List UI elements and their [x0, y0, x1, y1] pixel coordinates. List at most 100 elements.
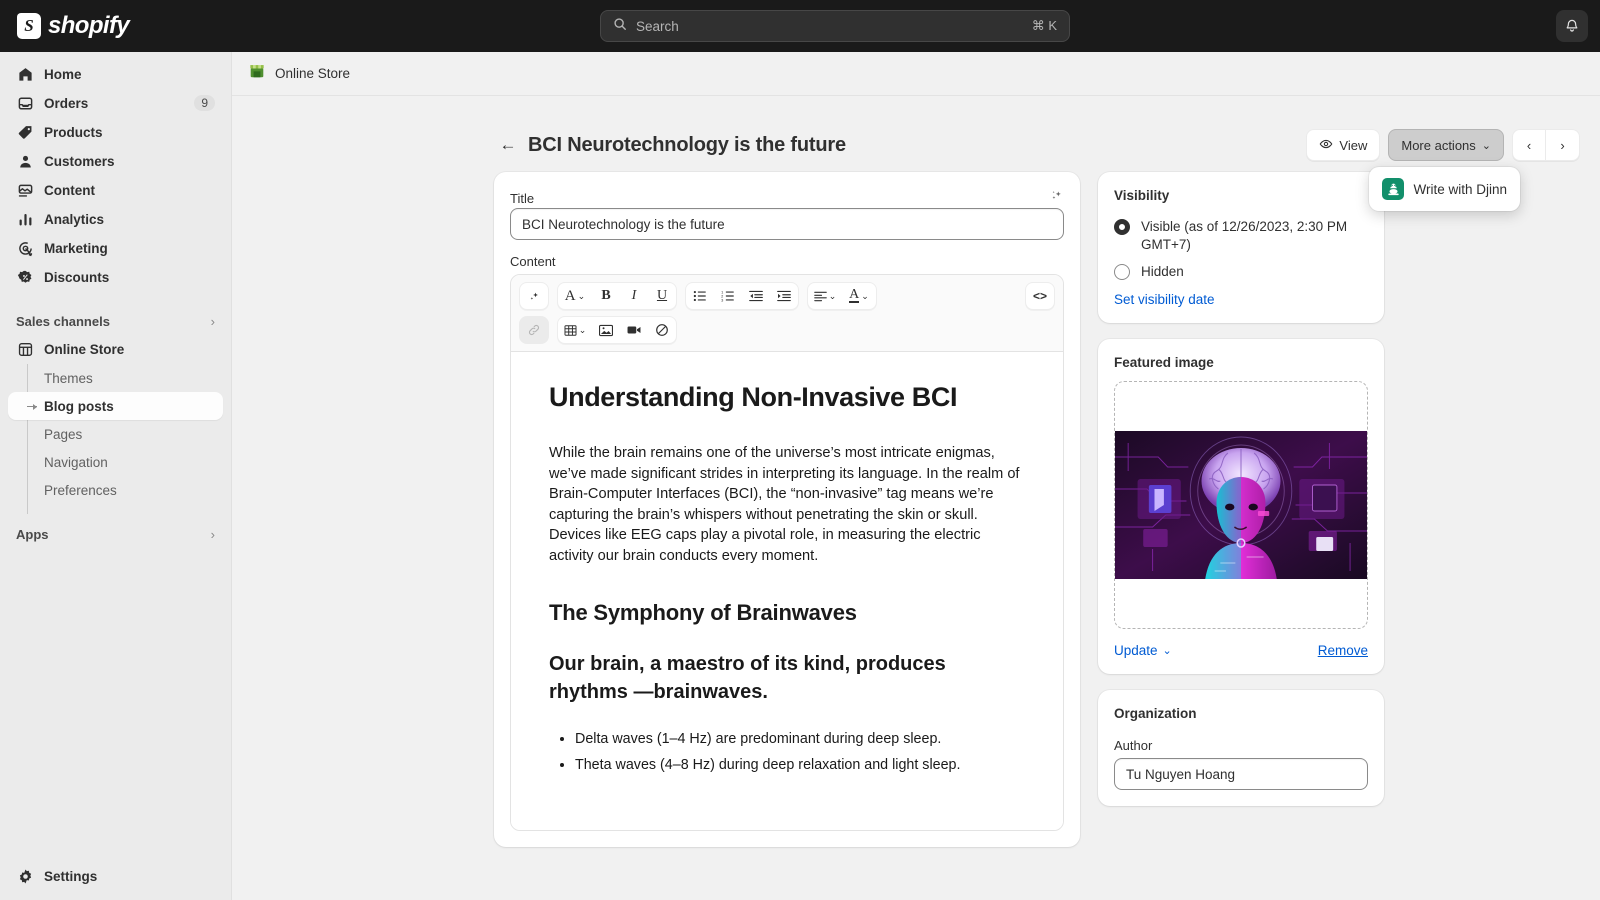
search-shortcut: ⌘ K: [1031, 18, 1057, 33]
chevron-down-icon: ⌄: [828, 290, 837, 301]
pagination: ‹ ›: [1512, 129, 1580, 161]
shopify-logo[interactable]: S shopify: [17, 12, 130, 40]
underline-button[interactable]: U: [648, 283, 676, 309]
content-lead: Our brain, a maestro of its kind, produc…: [549, 653, 946, 703]
author-label: Author: [1114, 738, 1153, 753]
sidebar-item-navigation[interactable]: Navigation: [8, 448, 223, 476]
apps-label: Apps: [16, 526, 49, 542]
visibility-option-hidden[interactable]: Hidden: [1114, 263, 1368, 281]
sidebar-item-settings[interactable]: Settings: [8, 862, 224, 890]
organization-card-title: Organization: [1114, 706, 1197, 721]
bulleted-list-button[interactable]: [686, 283, 714, 309]
sidebar-item-pages[interactable]: Pages: [8, 420, 223, 448]
update-image-button[interactable]: Update: [1114, 643, 1158, 658]
outdent-button[interactable]: [742, 283, 770, 309]
code-view-button[interactable]: <>: [1026, 283, 1054, 309]
sidebar-item-products[interactable]: Products: [8, 118, 223, 146]
active-branch-arrow-icon: [27, 403, 37, 410]
storefront-icon: [248, 62, 266, 85]
content-image-icon: [16, 181, 34, 199]
editor-content-area[interactable]: Understanding Non-Invasive BCI While the…: [511, 352, 1063, 830]
settings-label: Settings: [44, 868, 98, 884]
organization-card: Organization Author: [1098, 690, 1384, 806]
insert-image-button[interactable]: [592, 317, 620, 343]
sidebar-item-online-store[interactable]: Online Store: [8, 335, 223, 363]
font-style-dropdown[interactable]: A ⌄: [558, 283, 592, 309]
sparkle-icon[interactable]: [1049, 188, 1064, 208]
more-actions-button[interactable]: More actions ⌄: [1388, 129, 1504, 161]
text-color-dropdown[interactable]: A ⌄: [842, 283, 876, 309]
title-input[interactable]: [510, 208, 1064, 240]
view-button[interactable]: View: [1306, 129, 1381, 161]
svg-text:3: 3: [721, 297, 724, 302]
sidebar-item-home[interactable]: Home: [8, 60, 223, 88]
italic-button[interactable]: I: [620, 283, 648, 309]
more-actions-menu: Write with Djinn: [1369, 167, 1520, 211]
search-input[interactable]: Search ⌘ K: [600, 10, 1070, 42]
sidebar-item-label: Content: [44, 182, 95, 198]
sales-channels-label: Sales channels: [16, 313, 110, 329]
bold-button[interactable]: B: [592, 283, 620, 309]
menu-item-write-with-djinn[interactable]: Write with Djinn: [1374, 172, 1515, 206]
radio-hidden[interactable]: [1114, 264, 1130, 280]
discounts-icon: [16, 268, 34, 286]
sidebar-item-discounts[interactable]: Discounts: [8, 263, 223, 291]
text-format-group: A ⌄ B I U: [557, 282, 677, 310]
header-actions: View More actions ⌄ ‹ › Write with Djinn: [1306, 129, 1580, 211]
sidebar-item-analytics[interactable]: Analytics: [8, 205, 223, 233]
list-item: Delta waves (1–4 Hz) are predominant dur…: [575, 726, 1025, 752]
chevron-right-icon: ›: [1560, 137, 1565, 153]
rich-text-editor: A ⌄ B I U 1 2 3 ⌄ A ⌄ <> ⌄ Understanding…: [510, 274, 1064, 831]
sidebar-item-marketing[interactable]: Marketing: [8, 234, 223, 262]
align-dropdown[interactable]: ⌄: [808, 283, 842, 309]
sidebar-item-customers[interactable]: Customers: [8, 147, 223, 175]
notifications-button[interactable]: [1556, 10, 1588, 42]
home-icon: [16, 65, 34, 83]
remove-image-button[interactable]: Remove: [1318, 643, 1368, 658]
content-heading-2: The Symphony of Brainwaves: [549, 600, 857, 625]
featured-image-actions: Update ⌄ Remove: [1114, 643, 1368, 658]
post-editor-card: Title Content: [494, 172, 1080, 847]
search-icon: [613, 17, 627, 36]
radio-visible[interactable]: [1114, 219, 1130, 235]
sidebar-section-sales-channels[interactable]: Sales channels ›: [8, 307, 223, 335]
sidebar-item-content[interactable]: Content: [8, 176, 223, 204]
page-header: ← BCI Neurotechnology is the future View…: [232, 96, 1600, 211]
visibility-option-visible[interactable]: Visible (as of 12/26/2023, 2:30 PM GMT+7…: [1114, 218, 1368, 254]
numbered-list-button[interactable]: 1 2 3: [714, 283, 742, 309]
sidebar-item-label: Customers: [44, 153, 115, 169]
featured-image-dropzone[interactable]: [1114, 381, 1368, 629]
menu-item-label: Write with Djinn: [1413, 181, 1507, 197]
previous-post-button[interactable]: ‹: [1512, 129, 1546, 161]
next-post-button[interactable]: ›: [1546, 129, 1580, 161]
featured-image-thumbnail: [1115, 431, 1367, 579]
visibility-card-title: Visibility: [1114, 188, 1170, 203]
main-column: Title Content: [494, 172, 1080, 863]
set-visibility-date-link[interactable]: Set visibility date: [1114, 292, 1368, 307]
sidebar-item-preferences[interactable]: Preferences: [8, 476, 223, 504]
gear-icon: [16, 867, 34, 885]
shopify-bag-icon: S: [17, 13, 41, 39]
sidebar-section-apps[interactable]: Apps ›: [8, 520, 223, 548]
author-input[interactable]: [1114, 758, 1368, 790]
page-title: BCI Neurotechnology is the future: [528, 133, 846, 156]
clear-formatting-button[interactable]: [648, 317, 676, 343]
featured-image-card-title: Featured image: [1114, 355, 1214, 370]
magic-write-group: [519, 282, 549, 310]
magic-write-button[interactable]: [520, 283, 548, 309]
sidebar-item-themes[interactable]: Themes: [8, 364, 223, 392]
sidebar: Home Orders 9 Products Customers Content…: [0, 52, 232, 900]
toolbar-row-2: ⌄: [519, 316, 1055, 344]
breadcrumb-label[interactable]: Online Store: [275, 66, 350, 81]
sidebar-item-blog-posts[interactable]: Blog posts: [8, 392, 223, 420]
indent-button[interactable]: [770, 283, 798, 309]
analytics-bars-icon: [16, 210, 34, 228]
insert-table-dropdown[interactable]: ⌄: [558, 317, 592, 343]
content-heading-1: Understanding Non-Invasive BCI: [549, 382, 958, 412]
sidebar-item-label: Online Store: [44, 341, 125, 357]
chevron-down-icon: ⌄: [1162, 645, 1172, 657]
insert-video-button[interactable]: [620, 317, 648, 343]
back-button[interactable]: ←: [494, 131, 522, 159]
align-color-group: ⌄ A ⌄: [807, 282, 877, 310]
sidebar-item-orders[interactable]: Orders 9: [8, 89, 223, 117]
